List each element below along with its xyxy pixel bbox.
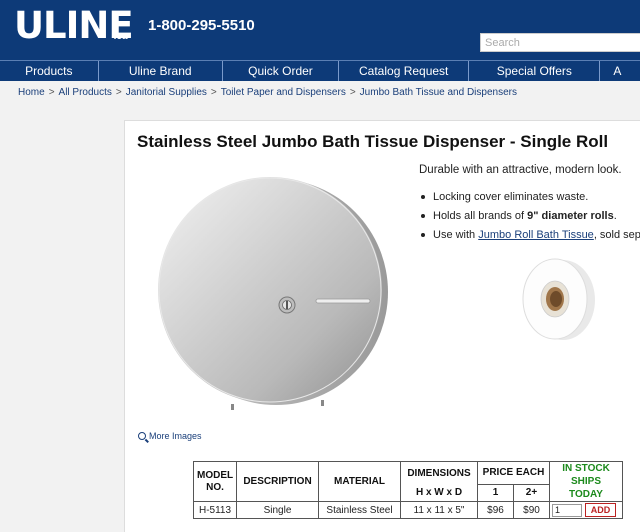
cell-description: Single [236,501,319,519]
breadcrumb-separator: > [349,87,356,98]
nav-item-truncated[interactable]: A [600,61,640,81]
nav-item-products[interactable]: Products [0,61,99,81]
cell-dimensions: 11 x 11 x 5" [400,501,478,519]
feature-list: Locking cover eliminates waste. Holds al… [419,190,640,247]
nav-item-uline-brand[interactable]: Uline Brand [99,61,223,81]
col-header-dimensions: DIMENSIONS [400,461,478,485]
breadcrumb-home[interactable]: Home [18,87,45,98]
feature-text: Locking cover eliminates waste. [433,191,589,203]
feature-text: Holds all brands of [433,210,528,222]
phone-number: 1-800-295-5510 [148,17,255,34]
table-row: H-5113 Single Stainless Steel 11 x 11 x … [193,501,623,519]
feature-item: Locking cover eliminates waste. [419,190,640,209]
site-header: ULINE .ca 1-800-295-5510 Search [0,0,640,60]
cell-order: 1 ADD [549,501,623,519]
breadcrumb-separator: > [115,87,122,98]
feature-emphasis: 9" diameter rolls [527,210,614,222]
feature-item: Holds all brands of 9" diameter rolls. [419,209,640,228]
cell-price-1: $96 [477,501,514,519]
search-input[interactable]: Search [480,33,640,52]
product-lead: Durable with an attractive, modern look. [419,164,622,176]
cell-price-2: $90 [513,501,550,519]
nav-item-quick-order[interactable]: Quick Order [223,61,340,81]
jumbo-roll-link[interactable]: Jumbo Roll Bath Tissue [478,229,594,241]
cell-model[interactable]: H-5113 [193,501,237,519]
feature-text: . [613,210,617,222]
more-images-link[interactable]: More Images [138,431,202,441]
breadcrumb-toilet-paper[interactable]: Toilet Paper and Dispensers [221,87,346,98]
breadcrumb-separator: > [210,87,217,98]
col-header-dimensions-sub: H x W x D [400,484,478,503]
in-stock-label: IN STOCK [562,463,610,474]
feature-text: , sold sep [593,229,640,241]
col-header-material: MATERIAL [318,461,401,502]
dispenser-image[interactable] [148,170,388,410]
col-header-model: MODEL NO. [193,461,237,502]
main-nav: Products Uline Brand Quick Order Catalog… [0,60,640,81]
nav-item-special-offers[interactable]: Special Offers [469,61,601,81]
col-header-price: PRICE EACH [477,461,550,485]
product-spec-table: MODEL NO. DESCRIPTION MATERIAL DIMENSION… [193,461,623,519]
breadcrumb-separator: > [48,87,55,98]
feature-text: Use with [433,229,479,241]
breadcrumb-jumbo-bath[interactable]: Jumbo Bath Tissue and Dispensers [360,87,517,98]
col-header-description: DESCRIPTION [236,461,319,502]
nav-item-catalog-request[interactable]: Catalog Request [339,61,470,81]
ships-today-label: SHIPS TODAY [569,476,603,500]
col-header-stock: IN STOCK SHIPS TODAY [549,461,623,502]
tissue-roll-image[interactable] [515,253,600,345]
feature-item: Use with Jumbo Roll Bath Tissue, sold se… [419,228,640,247]
logo-region-suffix: .ca [114,31,128,42]
col-header-price-qty1: 1 [477,483,514,503]
breadcrumb-all-products[interactable]: All Products [59,87,112,98]
breadcrumb: Home > All Products > Janitorial Supplies > To… [18,87,517,98]
magnifier-icon [138,432,146,440]
quantity-input[interactable]: 1 [552,503,582,517]
breadcrumb-janitorial[interactable]: Janitorial Supplies [126,87,207,98]
product-title: Stainless Steel Jumbo Bath Tissue Dispen… [137,132,609,151]
cell-material: Stainless Steel [318,501,401,519]
more-images-label: More Images [149,431,202,441]
add-to-cart-button[interactable]: ADD [584,503,617,517]
col-header-price-qty2: 2+ [513,483,550,503]
